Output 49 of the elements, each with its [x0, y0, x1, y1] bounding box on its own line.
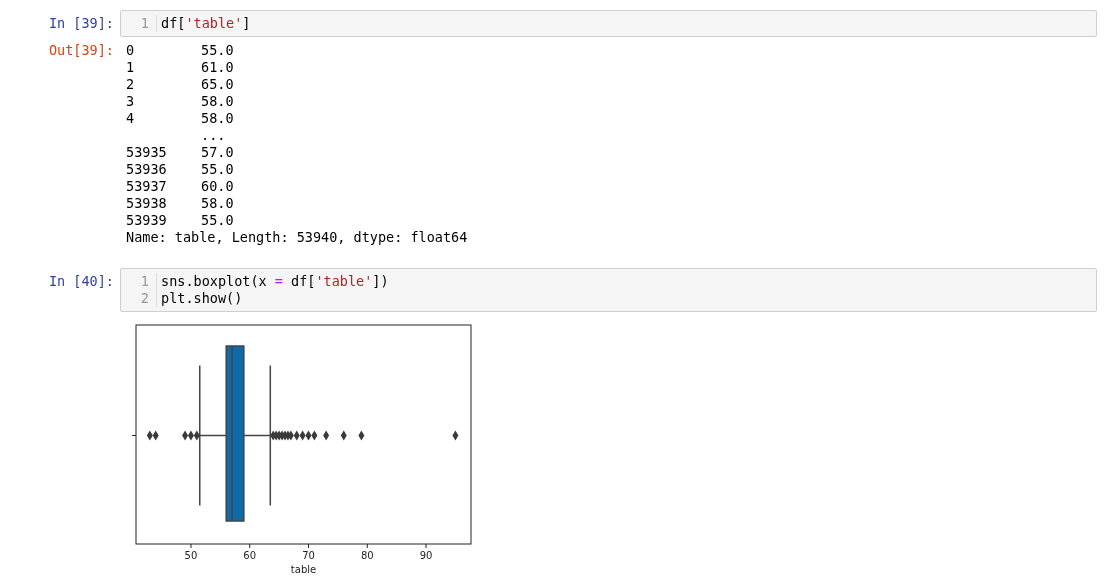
outlier-point — [323, 430, 330, 441]
code-cell[interactable]: 1 df['table'] — [120, 10, 1097, 37]
row-value: 55.0 — [201, 161, 234, 177]
outlier-point — [340, 430, 347, 441]
tick-label: 80 — [360, 550, 374, 561]
row-value: 55.0 — [201, 212, 234, 228]
tick-mark — [308, 543, 309, 549]
row-index: 0 — [126, 42, 136, 59]
axis-label: table — [290, 564, 317, 575]
code-line: plt.show() — [161, 290, 244, 307]
row-index: 53935 — [126, 144, 168, 161]
tick-mark — [425, 543, 427, 549]
outlier-point — [452, 430, 459, 441]
row-index: 53939 — [126, 212, 168, 229]
row-value: 58.0 — [201, 195, 234, 211]
line-number: 1 — [139, 15, 149, 32]
row-index: 53936 — [126, 161, 168, 178]
code-line: df['table'] — [161, 15, 251, 32]
row-index: 2 — [126, 76, 136, 93]
row-index: 1 — [126, 59, 136, 76]
series-summary: Name: table, Length: 53940, dtype: float64 — [126, 229, 468, 246]
tick-mark — [190, 543, 192, 549]
row-value: 58.0 — [201, 93, 234, 109]
tick-mark — [249, 543, 251, 549]
line-number: 2 — [139, 290, 149, 307]
row-value: 57.0 — [201, 144, 234, 160]
line-number: 1 — [139, 273, 149, 290]
tick-mark — [366, 543, 368, 549]
outlier-point — [358, 430, 365, 441]
tick-label: 70 — [302, 550, 315, 561]
tick-label: 50 — [184, 550, 198, 561]
row-value: 61.0 — [201, 59, 234, 75]
code-cell[interactable]: 1 2 sns.boxplot(x = df['table']) plt.show() — [120, 268, 1097, 312]
row-value: 55.0 — [201, 42, 234, 58]
ellipsis-text: ... — [201, 127, 226, 143]
row-value: 58.0 — [201, 110, 234, 126]
tick-label: 90 — [419, 550, 433, 561]
row-value: 65.0 — [201, 76, 234, 92]
row-index: 53938 — [126, 195, 168, 212]
row-value: 60.0 — [201, 178, 234, 194]
row-index: 4 — [126, 110, 136, 127]
row-index: 3 — [126, 93, 136, 110]
prompt-label: In [39]: — [47, 14, 115, 33]
row-index: 53937 — [126, 178, 168, 195]
prompt-label: In [40]: — [47, 272, 115, 291]
tick-label: 60 — [243, 550, 257, 561]
tick-mark — [131, 435, 137, 436]
code-line: sns.boxplot(x = df['table']) — [161, 273, 389, 290]
prompt-label: Out[39]: — [47, 42, 115, 60]
